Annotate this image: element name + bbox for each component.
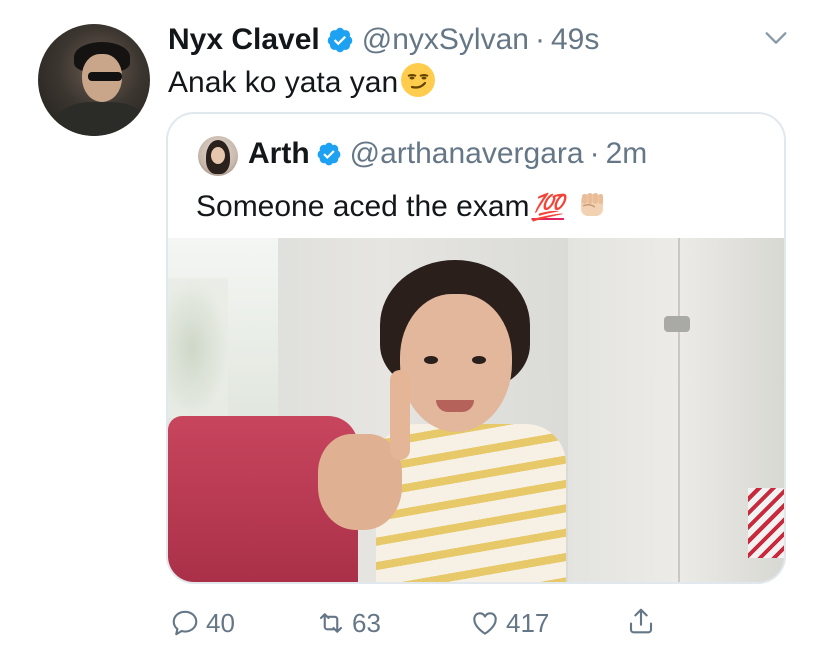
photo-plant [168,278,228,418]
tweet-action-bar: 40 63 417 [0,600,828,648]
quoted-author-avatar[interactable] [198,136,238,176]
photo-smile [436,400,474,412]
tweet-text: Anak ko yata yan [168,62,436,103]
photo-eye-left [424,356,438,364]
chevron-down-icon[interactable] [762,24,790,52]
photo-striped-chair [748,488,784,558]
quoted-tweet-text-content: Someone aced the exam [196,190,530,223]
photo-pointing-finger [390,370,410,460]
hundred-points-icon: 💯 [531,192,564,222]
like-count: 417 [506,608,550,638]
raised-fist-icon [574,186,610,222]
author-avatar[interactable] [38,24,150,136]
quoted-author-name[interactable]: Arth [248,134,310,174]
quoted-author-handle[interactable]: @arthanavergara [350,134,584,174]
quoted-tweet-photo[interactable] [168,238,784,582]
share-button[interactable] [626,606,662,636]
photo-cabinet-seam [678,238,680,582]
quoted-tweet-card[interactable]: Arth @arthanavergara · 2m Someone aced t… [166,112,786,584]
reply-icon [172,610,198,636]
tweet-header: Nyx Clavel @nyxSylvan · 49s [168,20,599,60]
tweet-timestamp[interactable]: 49s [551,20,599,60]
quoted-tweet-timestamp[interactable]: 2m [606,134,648,174]
heart-icon [473,612,497,635]
share-icon [629,608,653,634]
tweet-text-content: Anak ko yata yan [168,66,399,99]
avatar-sunglasses [88,72,122,81]
retweet-icon [319,613,343,633]
verified-badge-icon [316,141,342,167]
smirking-face-icon [400,62,436,98]
photo-eye-right [472,356,486,364]
reply-count: 40 [206,608,235,638]
avatar-jacket [56,102,146,136]
retweet-button[interactable]: 63 [316,606,381,640]
retweet-count: 63 [352,608,381,638]
author-name[interactable]: Nyx Clavel [168,20,320,60]
photo-cabinet-handle [664,316,690,332]
like-button[interactable]: 417 [470,606,549,640]
quoted-tweet-text: Someone aced the exam💯 [196,186,610,227]
separator-dot: · [589,137,600,170]
author-handle[interactable]: @nyxSylvan [362,20,529,60]
reply-button[interactable]: 40 [170,606,235,640]
verified-badge-icon [326,26,354,54]
quoted-tweet-header: Arth @arthanavergara · 2m [248,134,647,174]
separator-dot: · [534,23,545,56]
quoted-avatar-face [211,147,225,164]
